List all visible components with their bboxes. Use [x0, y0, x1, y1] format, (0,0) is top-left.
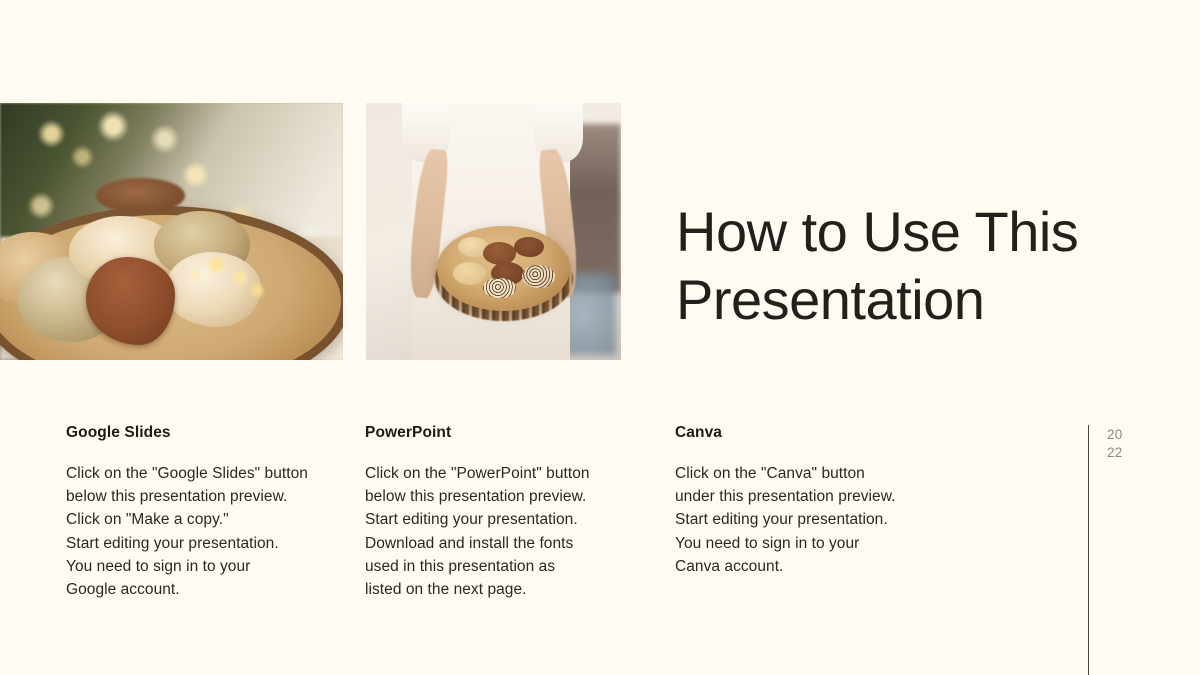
- column-powerpoint: PowerPoint Click on the "PowerPoint" but…: [365, 424, 645, 601]
- slide-title: How to Use This Presentation: [676, 199, 1079, 331]
- column-body-google-slides: Click on the "Google Slides" button belo…: [66, 465, 308, 599]
- presentation-slide: How to Use This Presentation Google Slid…: [0, 0, 1200, 675]
- column-heading-google-slides: Google Slides: [66, 424, 171, 441]
- cookie: [521, 264, 555, 289]
- column-heading-canva: Canva: [675, 424, 723, 441]
- column-heading-powerpoint: PowerPoint: [365, 424, 452, 441]
- image-christmas-cookies-on-wood-slice: [0, 103, 343, 360]
- column-body-powerpoint: Click on the "PowerPoint" button below t…: [365, 465, 590, 599]
- year-marker: 20 22: [1107, 427, 1123, 460]
- column-body-canva: Click on the "Canva" button under this p…: [675, 465, 896, 575]
- instruction-columns: Google Slides Click on the "Google Slide…: [0, 424, 1200, 654]
- column-google-slides: Google Slides Click on the "Google Slide…: [66, 424, 346, 601]
- cookie: [513, 236, 545, 258]
- vertical-divider: [1088, 425, 1089, 675]
- image-person-holding-cookie-board: [366, 103, 621, 360]
- column-canva: Canva Click on the "Canva" button under …: [675, 424, 965, 578]
- fairy-lights: [0, 103, 343, 360]
